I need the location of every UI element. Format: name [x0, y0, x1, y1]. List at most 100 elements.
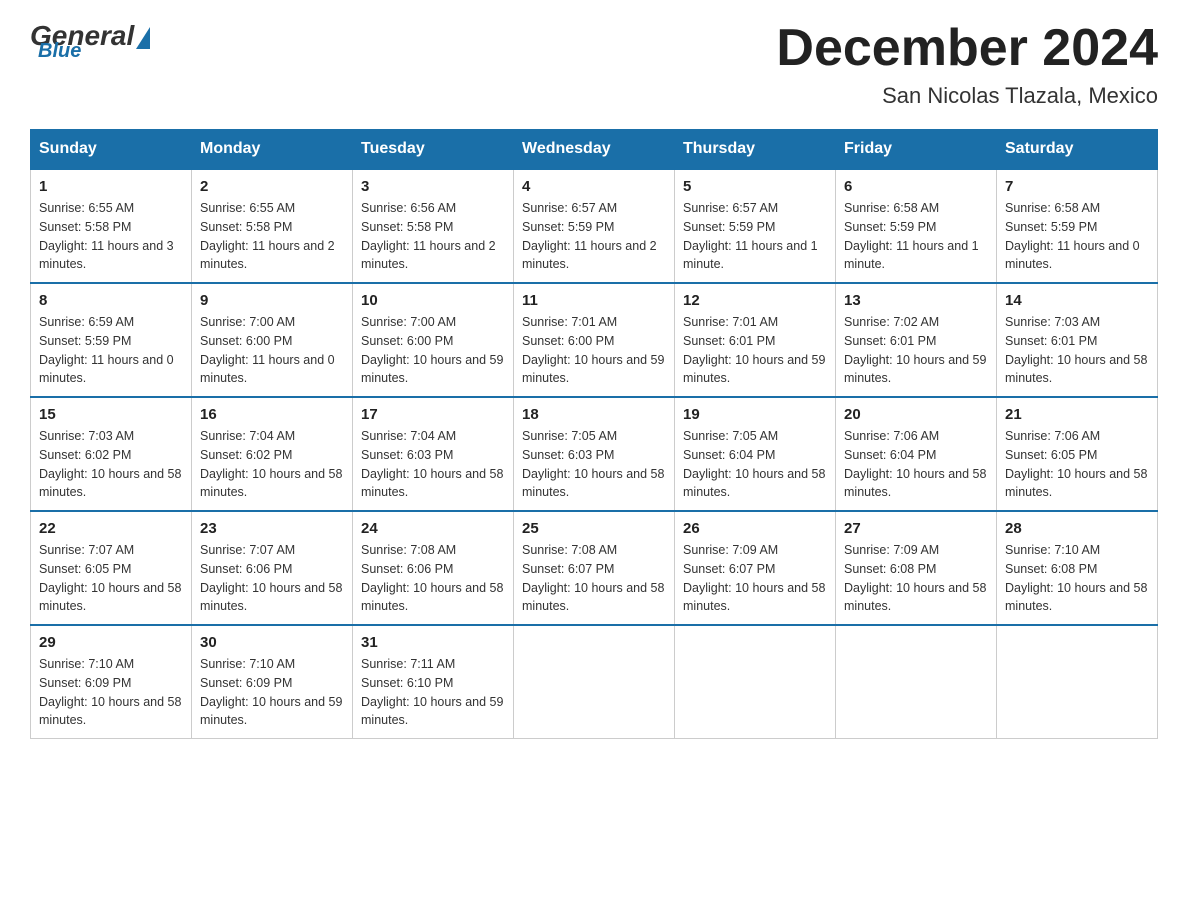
day-number-13: 13: [844, 292, 988, 309]
day-number-10: 10: [361, 292, 505, 309]
day-cell-21: 21 Sunrise: 7:06 AMSunset: 6:05 PMDayligh…: [997, 397, 1158, 511]
day-number-8: 8: [39, 292, 183, 309]
day-number-5: 5: [683, 178, 827, 195]
day-cell-24: 24 Sunrise: 7:08 AMSunset: 6:06 PMDayligh…: [353, 511, 514, 625]
day-info-23: Sunrise: 7:07 AMSunset: 6:06 PMDaylight:…: [200, 541, 344, 616]
day-cell-23: 23 Sunrise: 7:07 AMSunset: 6:06 PMDayligh…: [192, 511, 353, 625]
day-info-4: Sunrise: 6:57 AMSunset: 5:59 PMDaylight:…: [522, 199, 666, 274]
day-info-2: Sunrise: 6:55 AMSunset: 5:58 PMDaylight:…: [200, 199, 344, 274]
day-number-15: 15: [39, 406, 183, 423]
day-info-19: Sunrise: 7:05 AMSunset: 6:04 PMDaylight:…: [683, 427, 827, 502]
day-number-31: 31: [361, 634, 505, 651]
day-cell-1: 1 Sunrise: 6:55 AMSunset: 5:58 PMDaylight…: [31, 169, 192, 283]
weekday-header-friday: Friday: [836, 130, 997, 170]
day-cell-18: 18Sunrise: 7:05 AMSunset: 6:03 PMDayligh…: [514, 397, 675, 511]
day-info-3: Sunrise: 6:56 AMSunset: 5:58 PMDaylight:…: [361, 199, 505, 274]
day-cell-12: 12 Sunrise: 7:01 AMSunset: 6:01 PMDayligh…: [675, 283, 836, 397]
day-cell-27: 27Sunrise: 7:09 AMSunset: 6:08 PMDayligh…: [836, 511, 997, 625]
day-number-12: 12: [683, 292, 827, 309]
weekday-header-row: SundayMondayTuesdayWednesdayThursdayFrid…: [31, 130, 1158, 170]
day-info-20: Sunrise: 7:06 AMSunset: 6:04 PMDaylight:…: [844, 427, 988, 502]
day-cell-28: 28 Sunrise: 7:10 AMSunset: 6:08 PMDayligh…: [997, 511, 1158, 625]
day-number-18: 18: [522, 406, 666, 423]
day-cell-9: 9Sunrise: 7:00 AMSunset: 6:00 PMDaylight…: [192, 283, 353, 397]
day-cell-30: 30Sunrise: 7:10 AMSunset: 6:09 PMDayligh…: [192, 625, 353, 739]
page-header: General Blue December 2024 San Nicolas T…: [30, 20, 1158, 109]
week-row-2: 8 Sunrise: 6:59 AMSunset: 5:59 PMDaylight…: [31, 283, 1158, 397]
weekday-header-monday: Monday: [192, 130, 353, 170]
day-info-1: Sunrise: 6:55 AMSunset: 5:58 PMDaylight:…: [39, 199, 183, 274]
day-cell-14: 14 Sunrise: 7:03 AMSunset: 6:01 PMDayligh…: [997, 283, 1158, 397]
day-number-1: 1: [39, 178, 183, 195]
day-number-6: 6: [844, 178, 988, 195]
day-info-28: Sunrise: 7:10 AMSunset: 6:08 PMDaylight:…: [1005, 541, 1149, 616]
day-info-25: Sunrise: 7:08 AMSunset: 6:07 PMDaylight:…: [522, 541, 666, 616]
day-cell-26: 26 Sunrise: 7:09 AMSunset: 6:07 PMDayligh…: [675, 511, 836, 625]
day-cell-7: 7 Sunrise: 6:58 AMSunset: 5:59 PMDaylight…: [997, 169, 1158, 283]
day-number-26: 26: [683, 520, 827, 537]
day-cell-20: 20 Sunrise: 7:06 AMSunset: 6:04 PMDayligh…: [836, 397, 997, 511]
day-cell-2: 2 Sunrise: 6:55 AMSunset: 5:58 PMDaylight…: [192, 169, 353, 283]
day-number-2: 2: [200, 178, 344, 195]
day-info-24: Sunrise: 7:08 AMSunset: 6:06 PMDaylight:…: [361, 541, 505, 616]
day-number-16: 16: [200, 406, 344, 423]
day-cell-6: 6 Sunrise: 6:58 AMSunset: 5:59 PMDaylight…: [836, 169, 997, 283]
day-info-17: Sunrise: 7:04 AMSunset: 6:03 PMDaylight:…: [361, 427, 505, 502]
day-number-24: 24: [361, 520, 505, 537]
week-row-5: 29Sunrise: 7:10 AMSunset: 6:09 PMDayligh…: [31, 625, 1158, 739]
day-number-28: 28: [1005, 520, 1149, 537]
day-info-14: Sunrise: 7:03 AMSunset: 6:01 PMDaylight:…: [1005, 313, 1149, 388]
day-info-12: Sunrise: 7:01 AMSunset: 6:01 PMDaylight:…: [683, 313, 827, 388]
day-cell-4: 4 Sunrise: 6:57 AMSunset: 5:59 PMDaylight…: [514, 169, 675, 283]
location-title: San Nicolas Tlazala, Mexico: [776, 83, 1158, 109]
day-cell-13: 13 Sunrise: 7:02 AMSunset: 6:01 PMDayligh…: [836, 283, 997, 397]
day-info-6: Sunrise: 6:58 AMSunset: 5:59 PMDaylight:…: [844, 199, 988, 274]
day-number-3: 3: [361, 178, 505, 195]
day-number-20: 20: [844, 406, 988, 423]
empty-cell-4-6: [997, 625, 1158, 739]
day-info-10: Sunrise: 7:00 AMSunset: 6:00 PMDaylight:…: [361, 313, 505, 388]
day-info-27: Sunrise: 7:09 AMSunset: 6:08 PMDaylight:…: [844, 541, 988, 616]
day-cell-8: 8 Sunrise: 6:59 AMSunset: 5:59 PMDaylight…: [31, 283, 192, 397]
day-info-11: Sunrise: 7:01 AMSunset: 6:00 PMDaylight:…: [522, 313, 666, 388]
day-cell-25: 25 Sunrise: 7:08 AMSunset: 6:07 PMDayligh…: [514, 511, 675, 625]
day-cell-11: 11 Sunrise: 7:01 AMSunset: 6:00 PMDayligh…: [514, 283, 675, 397]
day-number-7: 7: [1005, 178, 1149, 195]
day-number-23: 23: [200, 520, 344, 537]
week-row-1: 1 Sunrise: 6:55 AMSunset: 5:58 PMDaylight…: [31, 169, 1158, 283]
day-number-30: 30: [200, 634, 344, 651]
day-cell-17: 17 Sunrise: 7:04 AMSunset: 6:03 PMDayligh…: [353, 397, 514, 511]
day-number-21: 21: [1005, 406, 1149, 423]
day-number-14: 14: [1005, 292, 1149, 309]
day-cell-10: 10 Sunrise: 7:00 AMSunset: 6:00 PMDayligh…: [353, 283, 514, 397]
day-info-29: Sunrise: 7:10 AMSunset: 6:09 PMDaylight:…: [39, 655, 183, 730]
day-number-19: 19: [683, 406, 827, 423]
day-number-22: 22: [39, 520, 183, 537]
day-info-26: Sunrise: 7:09 AMSunset: 6:07 PMDaylight:…: [683, 541, 827, 616]
day-cell-31: 31 Sunrise: 7:11 AMSunset: 6:10 PMDayligh…: [353, 625, 514, 739]
day-number-4: 4: [522, 178, 666, 195]
day-number-9: 9: [200, 292, 344, 309]
day-info-13: Sunrise: 7:02 AMSunset: 6:01 PMDaylight:…: [844, 313, 988, 388]
week-row-4: 22 Sunrise: 7:07 AMSunset: 6:05 PMDayligh…: [31, 511, 1158, 625]
logo[interactable]: General Blue: [30, 20, 150, 63]
day-number-25: 25: [522, 520, 666, 537]
day-number-17: 17: [361, 406, 505, 423]
day-cell-29: 29Sunrise: 7:10 AMSunset: 6:09 PMDayligh…: [31, 625, 192, 739]
logo-triangle-icon: [136, 27, 150, 49]
title-block: December 2024 San Nicolas Tlazala, Mexic…: [776, 20, 1158, 109]
day-info-31: Sunrise: 7:11 AMSunset: 6:10 PMDaylight:…: [361, 655, 505, 730]
day-info-21: Sunrise: 7:06 AMSunset: 6:05 PMDaylight:…: [1005, 427, 1149, 502]
day-info-7: Sunrise: 6:58 AMSunset: 5:59 PMDaylight:…: [1005, 199, 1149, 274]
day-info-8: Sunrise: 6:59 AMSunset: 5:59 PMDaylight:…: [39, 313, 183, 388]
day-info-22: Sunrise: 7:07 AMSunset: 6:05 PMDaylight:…: [39, 541, 183, 616]
day-cell-22: 22 Sunrise: 7:07 AMSunset: 6:05 PMDayligh…: [31, 511, 192, 625]
month-title: December 2024: [776, 20, 1158, 77]
day-number-11: 11: [522, 292, 666, 309]
empty-cell-4-3: [514, 625, 675, 739]
empty-cell-4-5: [836, 625, 997, 739]
day-cell-5: 5Sunrise: 6:57 AMSunset: 5:59 PMDaylight…: [675, 169, 836, 283]
day-info-16: Sunrise: 7:04 AMSunset: 6:02 PMDaylight:…: [200, 427, 344, 502]
empty-cell-4-4: [675, 625, 836, 739]
weekday-header-thursday: Thursday: [675, 130, 836, 170]
